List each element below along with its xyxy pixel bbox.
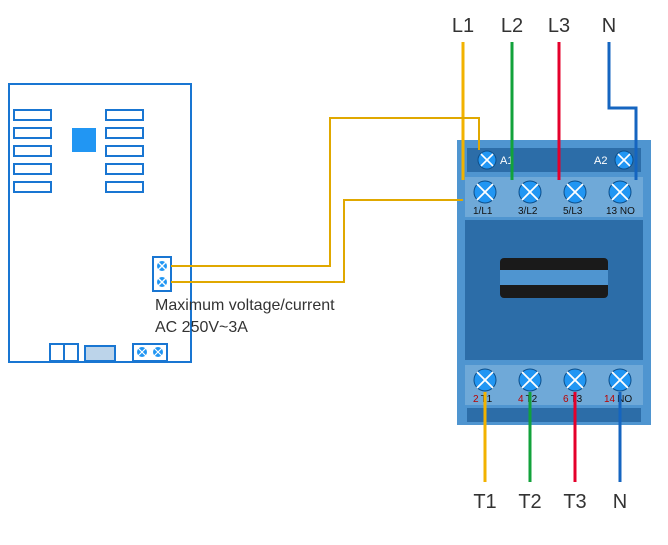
svg-text:2T1: 2T1 [473,394,493,405]
top-terminal-3 [564,181,586,203]
top-terminal-4 [609,181,631,203]
top-term-label-3: 5/L3 [563,206,583,217]
coil-label-a2: A2 [594,155,607,167]
bottom-terminal-4 [609,369,631,391]
label-t2: T2 [518,491,541,513]
top-term-label-1: 1/L1 [473,206,493,217]
coil-terminal-a1 [478,151,496,169]
label-n-bottom: N [613,491,627,513]
contactor: A1 A2 1/L1 3/L2 5/L3 [457,140,651,425]
bottom-terminal-2 [519,369,541,391]
note-line-2: AC 250V~3A [155,319,248,336]
label-l1: L1 [452,15,474,37]
pcb-chip [72,128,96,152]
label-l3: L3 [548,15,570,37]
wiring-diagram: A1 A2 1/L1 3/L2 5/L3 [0,0,668,545]
note-line-1: Maximum voltage/current [155,297,335,314]
svg-text:14NO: 14NO [604,394,632,405]
svg-text:6T3: 6T3 [563,394,583,405]
label-n-top: N [602,15,616,37]
svg-text:4T2: 4T2 [518,394,538,405]
top-terminal-2 [519,181,541,203]
bottom-terminal-1 [474,369,496,391]
label-t3: T3 [563,491,586,513]
label-l2: L2 [501,15,523,37]
top-terminal-1 [474,181,496,203]
coil-terminal-a2 [615,151,633,169]
wire-coil-return [171,200,463,282]
bottom-terminal-3 [564,369,586,391]
top-term-label-2: 3/L2 [518,206,538,217]
label-t1: T1 [473,491,496,513]
top-term-label-4: 13 NO [606,206,635,217]
wire-coil-a1 [171,118,479,266]
